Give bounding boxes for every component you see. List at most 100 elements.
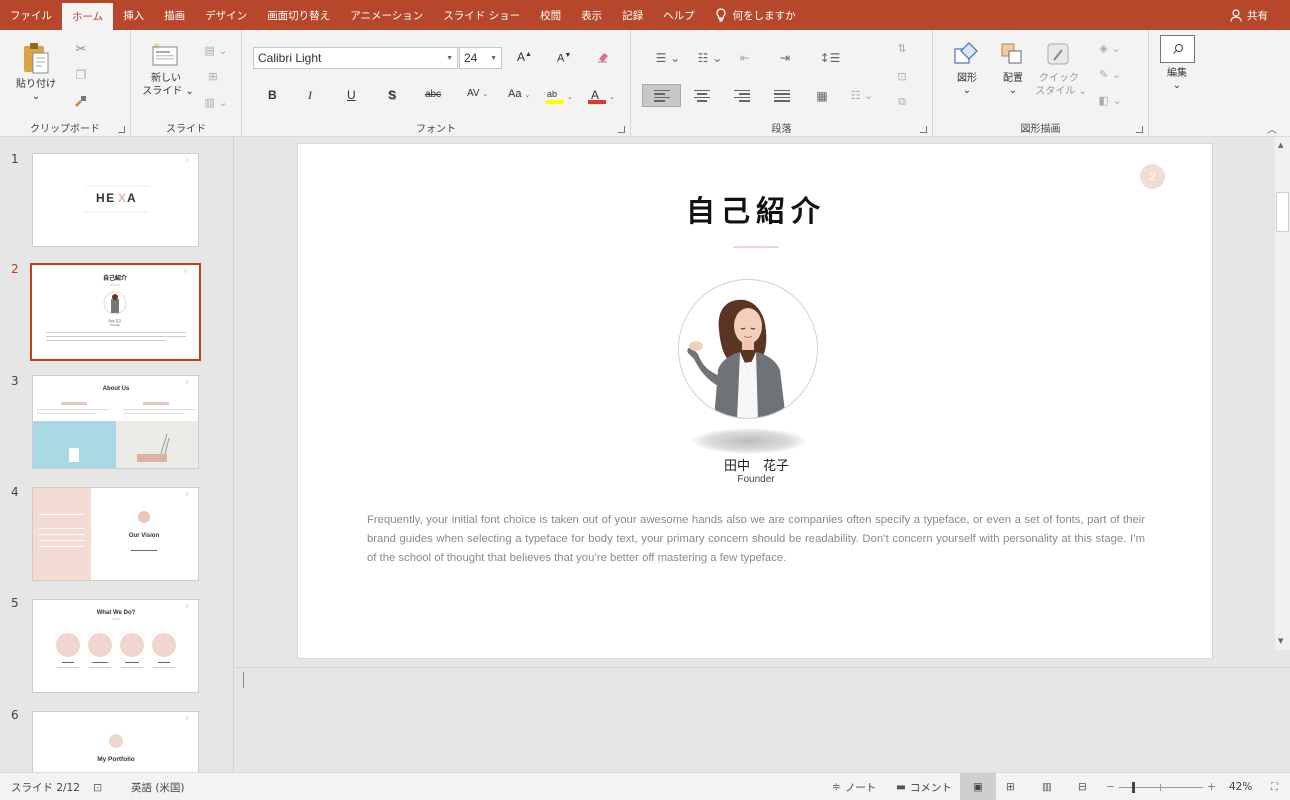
- align-text-button[interactable]: ⊡: [889, 68, 915, 84]
- distributed-button[interactable]: ▦: [807, 84, 837, 107]
- increase-indent-button[interactable]: ⇥: [775, 50, 795, 66]
- shrink-font-button[interactable]: A▼: [557, 52, 571, 65]
- comments-button[interactable]: ▬ コメント: [896, 773, 952, 800]
- font-name-combo[interactable]: Calibri Light ▼: [253, 47, 458, 69]
- scroll-up-button[interactable]: ▲: [1278, 141, 1283, 149]
- person-role[interactable]: Founder: [298, 474, 1214, 485]
- cut-button[interactable]: ✂: [72, 40, 90, 58]
- tab-file[interactable]: ファイル: [0, 0, 62, 30]
- slide-thumbnail-panel[interactable]: 1 HE X A 2 自己紹介 田中 花子 Founder 3 About Us…: [0, 137, 234, 772]
- slideshow-button[interactable]: ⊟: [1078, 773, 1087, 800]
- justify-button[interactable]: [767, 84, 797, 107]
- text-shadow-button[interactable]: S: [388, 88, 396, 102]
- thumbnail-slide-3[interactable]: About Us: [32, 375, 199, 469]
- zoom-slider[interactable]: [1119, 773, 1203, 800]
- tab-home[interactable]: ホーム: [62, 3, 114, 30]
- grow-font-button[interactable]: A▲: [517, 50, 532, 64]
- text-direction-button[interactable]: ⇅: [889, 40, 915, 56]
- tab-review[interactable]: 校閲: [530, 0, 571, 30]
- align-right-button[interactable]: [727, 84, 757, 107]
- align-left-button[interactable]: [642, 84, 681, 107]
- character-spacing-button[interactable]: AV ⌄: [467, 88, 488, 99]
- reading-view-button[interactable]: ▥: [1042, 773, 1052, 800]
- quick-styles-button[interactable]: [1043, 40, 1073, 68]
- reset-button[interactable]: ⊞: [203, 68, 223, 84]
- share-button[interactable]: 共有: [1230, 0, 1268, 30]
- tab-help[interactable]: ヘルプ: [653, 0, 705, 30]
- columns-button[interactable]: ☷ ⌄: [845, 84, 879, 107]
- decrease-indent-button[interactable]: ⇤: [735, 50, 755, 66]
- clear-formatting-button[interactable]: [594, 48, 612, 66]
- drawing-launcher[interactable]: [1136, 126, 1143, 133]
- profile-photo[interactable]: [678, 279, 818, 419]
- bold-button[interactable]: B: [268, 88, 277, 102]
- notes-button[interactable]: ≑ ノート: [832, 773, 876, 800]
- numbering-button[interactable]: ☷ ⌄: [693, 50, 727, 66]
- search-icon: [1172, 44, 1183, 54]
- font-launcher[interactable]: [618, 126, 625, 133]
- new-slide-button[interactable]: ✳: [149, 40, 181, 70]
- slide-title[interactable]: 自己紹介: [298, 188, 1214, 230]
- tab-insert[interactable]: 挿入: [113, 0, 154, 30]
- underline-button[interactable]: U: [347, 88, 356, 102]
- thumbnail-slide-4[interactable]: Our Vision: [32, 487, 199, 581]
- comments-label: コメント: [909, 781, 952, 794]
- smartart-button[interactable]: ⧉: [889, 94, 915, 110]
- section-button[interactable]: ▥ ⌄: [203, 94, 229, 110]
- thumbnail-slide-1[interactable]: HE X A: [32, 153, 199, 247]
- tab-draw[interactable]: 描画: [154, 0, 195, 30]
- shape-fill-button[interactable]: ◈ ⌄: [1093, 40, 1127, 56]
- paste-dropdown-caret[interactable]: ⌄: [10, 90, 62, 103]
- language-indicator[interactable]: 英語 (米国): [131, 773, 185, 800]
- notes-pane[interactable]: [235, 667, 1290, 772]
- zoom-level[interactable]: 42%: [1229, 773, 1252, 800]
- paste-button[interactable]: [16, 38, 56, 78]
- font-color-button[interactable]: A ⌄: [585, 86, 619, 106]
- scroll-down-button[interactable]: ▼: [1278, 637, 1283, 645]
- tab-transitions[interactable]: 画面切り替え: [257, 0, 340, 30]
- vertical-scrollbar[interactable]: ▲ ▼: [1275, 137, 1290, 650]
- paragraph-launcher[interactable]: [920, 126, 927, 133]
- layout-button[interactable]: ▤ ⌄: [203, 42, 229, 58]
- highlight-color-button[interactable]: ab ⌄: [543, 86, 577, 106]
- tab-design[interactable]: デザイン: [195, 0, 257, 30]
- copy-button[interactable]: ❐: [72, 66, 90, 84]
- bullets-button[interactable]: ☰ ⌄: [651, 50, 685, 66]
- zoom-thumb[interactable]: [1132, 781, 1135, 793]
- zoom-out-button[interactable]: −: [1106, 773, 1115, 800]
- zoom-in-button[interactable]: +: [1207, 773, 1216, 800]
- thumbnail-slide-5[interactable]: What We Do?: [32, 599, 199, 693]
- slide-canvas[interactable]: 2 自己紹介 田中 花子 Founder Frequently, your in…: [297, 143, 1213, 659]
- strikethrough-button[interactable]: abc: [425, 89, 441, 100]
- slide-sorter-button[interactable]: ⊞: [1006, 773, 1015, 800]
- arrange-button[interactable]: [997, 40, 1027, 68]
- shape-effects-button[interactable]: ◧ ⌄: [1093, 92, 1127, 108]
- tab-slideshow[interactable]: スライド ショー: [433, 0, 530, 30]
- scroll-thumb[interactable]: [1276, 192, 1289, 232]
- change-case-button[interactable]: Aa ⌄: [508, 88, 530, 100]
- slide-body-text[interactable]: Frequently, your initial font choice is …: [367, 511, 1145, 569]
- tell-me-box[interactable]: 何をしますか: [705, 0, 806, 30]
- tab-animations[interactable]: アニメーション: [340, 0, 433, 30]
- accessibility-button[interactable]: ⊡: [93, 773, 102, 800]
- tab-record[interactable]: 記録: [612, 0, 653, 30]
- tab-view[interactable]: 表示: [571, 0, 612, 30]
- shape-outline-button[interactable]: ✎ ⌄: [1093, 66, 1127, 82]
- person-name[interactable]: 田中 花子: [298, 455, 1214, 474]
- thumbnail-slide-2[interactable]: 自己紹介 田中 花子 Founder: [30, 263, 201, 361]
- format-painter-button[interactable]: [72, 92, 90, 110]
- collapse-ribbon-button[interactable]: ︿: [1265, 122, 1279, 136]
- align-center-button[interactable]: [687, 84, 717, 107]
- fit-to-window-button[interactable]: ⛶: [1271, 773, 1278, 800]
- slides-group-label: スライド: [166, 124, 206, 135]
- italic-button[interactable]: I: [308, 88, 312, 103]
- new-slide-label-2: スライド ⌄: [142, 86, 194, 97]
- shapes-button[interactable]: [951, 40, 981, 68]
- find-button[interactable]: [1160, 35, 1195, 63]
- thumbnail-slide-6[interactable]: My Portfolio: [32, 711, 199, 772]
- line-spacing-button[interactable]: ↕☰: [815, 50, 845, 66]
- thumbnail-number: 1: [11, 152, 19, 166]
- font-size-combo[interactable]: 24 ▼: [459, 47, 502, 69]
- clipboard-launcher[interactable]: [118, 126, 125, 133]
- normal-view-button[interactable]: ▣: [960, 773, 996, 800]
